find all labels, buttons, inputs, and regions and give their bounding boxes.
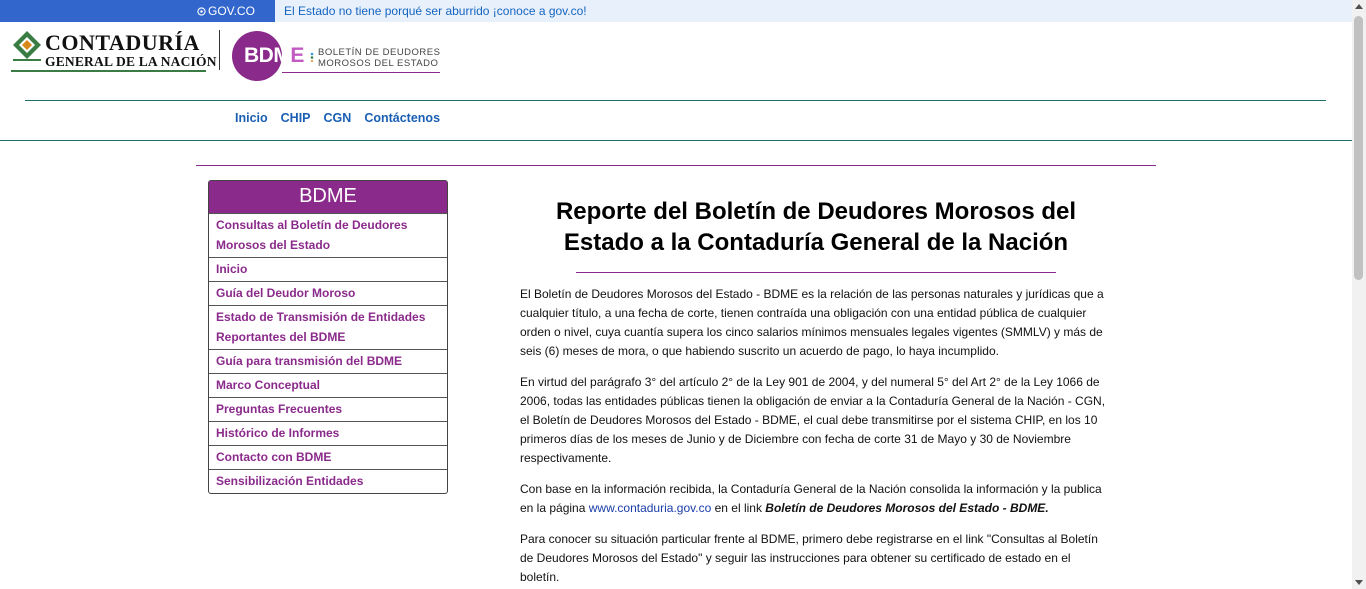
top-nav: Inicio CHIP CGN Contáctenos [235,111,453,125]
sidebar-item-estado-transmision[interactable]: Estado de Transmisión de Entidades Repor… [209,306,447,350]
gov-co-message-link[interactable]: El Estado no tiene porqué ser aburrido ¡… [284,4,587,18]
bdme-logo-word-e: E [290,44,304,67]
cgn-logo-title: CONTADURÍA [45,30,200,55]
paragraph-instructions: Para conocer su situación particular fre… [520,532,1098,584]
sidebar-item-preguntas-frecuentes[interactable]: Preguntas Frecuentes [209,398,447,422]
sidebar-item-guia-deudor[interactable]: Guía del Deudor Moroso [209,282,447,306]
scroll-down-arrow-icon[interactable] [1352,575,1366,589]
sidebar-item-guia-transmision[interactable]: Guía para transmisión del BDME [209,350,447,374]
bdme-dots-icon [310,52,314,62]
sidebar-title: BDME [209,181,447,214]
gov-co-seal-icon [197,6,206,16]
header-divider-top [25,100,1326,101]
main-content: Reporte del Boletín de Deudores Morosos … [520,196,1112,587]
sidebar-item-consultas[interactable]: Consultas al Boletín de Deudores Morosos… [209,214,447,258]
cgn-logo-underline [11,70,206,72]
gov-co-brand-text: GOV.CO [208,4,255,18]
paragraph-publication: Con base en la información recibida, la … [520,480,1112,518]
paragraph-legal-basis: En virtud del parágrafo 3° del artículo … [520,375,1106,465]
sidebar-item-sensibilizacion[interactable]: Sensibilización Entidades [209,470,447,493]
gov-co-brand[interactable]: GOV.CO [0,0,275,22]
cgn-logo-subtitle: GENERAL DE LA NACIÓN [45,54,217,69]
nav-link-contactenos[interactable]: Contáctenos [364,111,440,125]
paragraph-definition: El Boletín de Deudores Morosos del Estad… [520,287,1104,358]
header-divider-bottom [0,140,1352,141]
page-title: Reporte del Boletín de Deudores Morosos … [555,198,1077,256]
sidebar-item-historico-informes[interactable]: Histórico de Informes [209,422,447,446]
cgn-logo[interactable]: CONTADURÍA GENERAL DE LA NACIÓN [11,29,216,75]
title-underline [576,272,1056,273]
bdme-logo-subtitle-1: BOLETÍN DE DEUDORES [318,47,441,58]
nav-link-inicio[interactable]: Inicio [235,111,268,125]
bdme-logo-word: BDME [244,44,304,68]
header-separator [219,30,220,70]
page-scrollbar[interactable] [1352,0,1366,589]
scroll-up-arrow-icon[interactable] [1352,0,1366,14]
sidebar-item-contacto-bdme[interactable]: Contacto con BDME [209,446,447,470]
sidebar-item-inicio[interactable]: Inicio [209,258,447,282]
sidebar-menu: BDME Consultas al Boletín de Deudores Mo… [208,180,448,494]
paragraph-publication-text-b: en el link [711,501,766,515]
cgn-emblem-icon [13,31,41,61]
scrollbar-thumb[interactable] [1354,16,1363,280]
sidebar-item-marco-conceptual[interactable]: Marco Conceptual [209,374,447,398]
contaduria-website-link[interactable]: www.contaduria.gov.co [589,501,712,515]
bdme-logo-word-main: BDM [244,44,291,67]
gov-co-bar: GOV.CO El Estado no tiene porqué ser abu… [0,0,1352,22]
nav-link-chip[interactable]: CHIP [281,111,311,125]
bdme-link-name: Boletín de Deudores Morosos del Estado -… [765,501,1049,515]
content-divider [196,165,1156,166]
bdme-logo-underline [282,72,440,73]
gov-co-logo[interactable]: GOV.CO [197,4,255,18]
nav-link-cgn[interactable]: CGN [324,111,352,125]
bdme-logo-subtitle-2: MOROSOS DEL ESTADO [318,58,439,69]
bdme-logo[interactable]: BDME BOLETÍN DE DEUDORES MOROSOS DEL EST… [232,31,447,83]
